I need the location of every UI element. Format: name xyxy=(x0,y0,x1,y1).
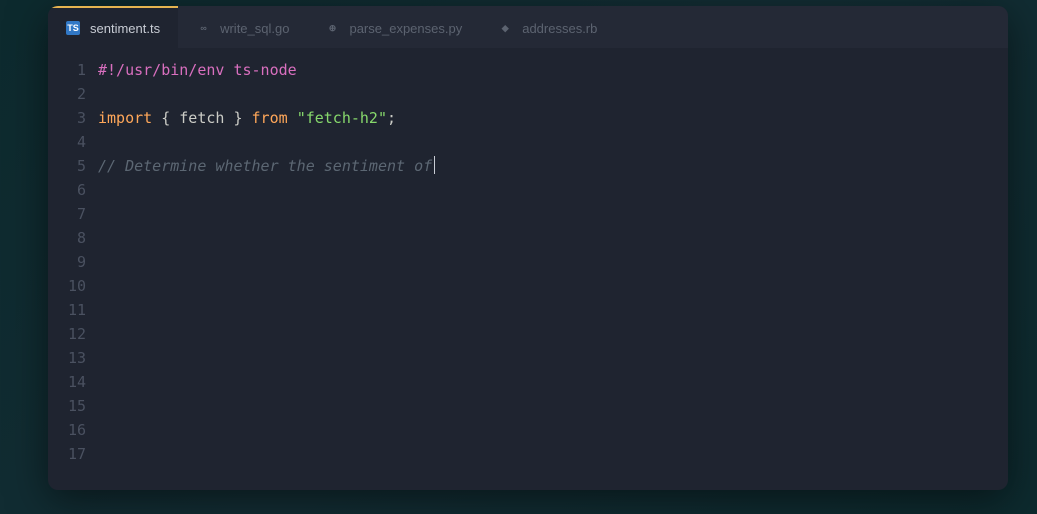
tab-parse-expenses-py[interactable]: ⊕ parse_expenses.py xyxy=(307,6,480,48)
shebang-token: #!/usr/bin/env ts-node xyxy=(98,61,297,79)
code-area[interactable]: #!/usr/bin/env ts-node import { fetch } … xyxy=(98,58,1008,480)
keyword-token: import xyxy=(98,109,152,127)
code-line: import { fetch } from "fetch-h2"; xyxy=(98,109,396,127)
punct-token: { xyxy=(161,109,179,127)
typescript-icon: TS xyxy=(66,21,80,35)
tab-label: parse_expenses.py xyxy=(349,21,462,36)
tab-bar: TS sentiment.ts ∞ write_sql.go ⊕ parse_e… xyxy=(48,6,1008,48)
comment-token: // Determine whether the sentiment of xyxy=(98,157,432,175)
tab-sentiment-ts[interactable]: TS sentiment.ts xyxy=(48,6,178,48)
tab-label: addresses.rb xyxy=(522,21,597,36)
punct-token: ; xyxy=(387,109,396,127)
identifier-token: fetch xyxy=(179,109,224,127)
tab-label: sentiment.ts xyxy=(90,21,160,36)
ruby-icon: ◆ xyxy=(498,21,512,35)
code-line: #!/usr/bin/env ts-node xyxy=(98,61,297,79)
editor-body[interactable]: 1 2 3 4 5 6 7 8 9 10 11 12 13 14 15 16 1… xyxy=(48,48,1008,490)
go-icon: ∞ xyxy=(196,21,210,35)
python-icon: ⊕ xyxy=(325,21,339,35)
punct-token: } xyxy=(224,109,242,127)
string-token: "fetch-h2" xyxy=(297,109,387,127)
tab-addresses-rb[interactable]: ◆ addresses.rb xyxy=(480,6,615,48)
tab-label: write_sql.go xyxy=(220,21,289,36)
text-cursor xyxy=(434,156,435,174)
code-line: // Determine whether the sentiment of xyxy=(98,157,435,175)
tab-write-sql-go[interactable]: ∞ write_sql.go xyxy=(178,6,307,48)
keyword-token: from xyxy=(252,109,288,127)
editor-window: TS sentiment.ts ∞ write_sql.go ⊕ parse_e… xyxy=(48,6,1008,490)
line-number-gutter: 1 2 3 4 5 6 7 8 9 10 11 12 13 14 15 16 1… xyxy=(48,58,98,480)
